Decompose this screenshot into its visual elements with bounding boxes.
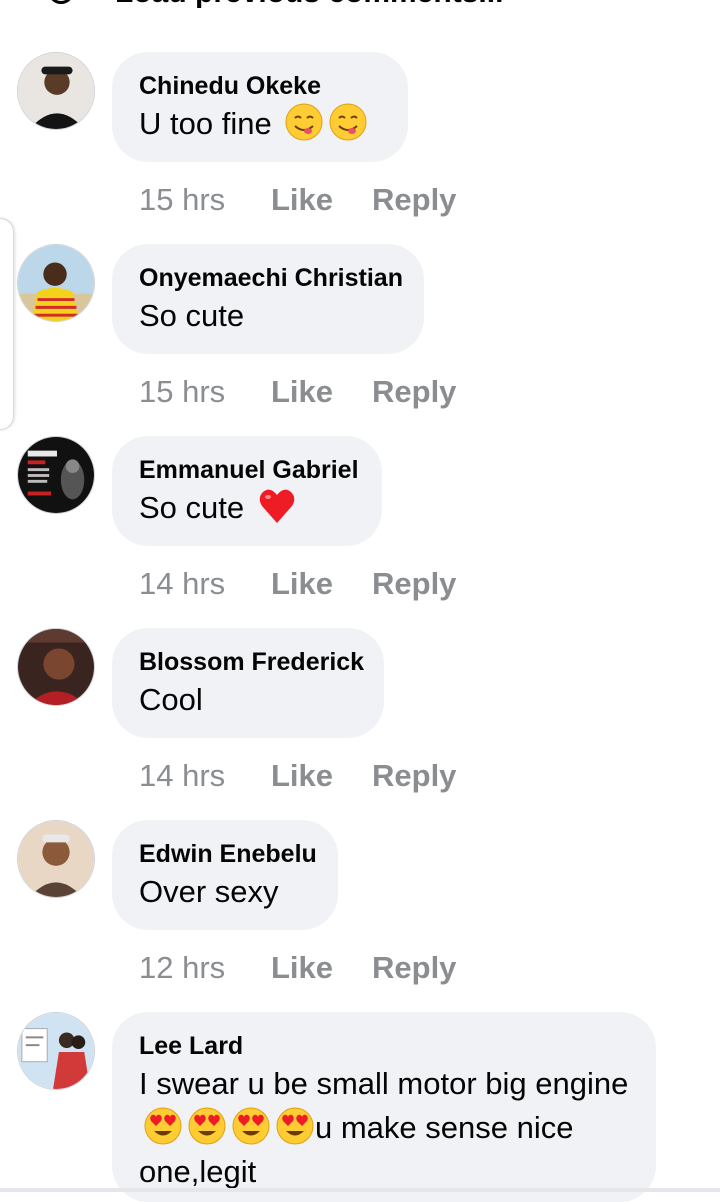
like-button[interactable]: Like [271,950,333,986]
comment-bubble: Onyemaechi Christian So cute [112,244,424,354]
like-button[interactable]: Like [271,374,333,410]
comment-icon [48,0,74,4]
comment-author[interactable]: Lee Lard [139,1030,629,1062]
avatar[interactable] [17,1012,95,1090]
avatar[interactable] [17,820,95,898]
reply-button[interactable]: Reply [372,182,456,218]
comment-author[interactable]: Emmanuel Gabriel [139,454,359,486]
comment-text-content: I swear u be small motor big engine [139,1066,629,1101]
comment-bubble: Edwin Enebelu Over sexy [112,820,338,930]
comment-time[interactable]: 15 hrs [139,374,225,410]
avatar[interactable] [17,52,95,130]
comment-author[interactable]: Chinedu Okeke [139,70,381,102]
heart-eyes-emoji-icon [275,1106,315,1146]
comment-text: U too fine [139,102,381,146]
load-previous-label: Load previous comments... [115,0,503,10]
comment-time[interactable]: 15 hrs [139,182,225,218]
reply-button[interactable]: Reply [372,950,456,986]
side-panel-edge [0,218,14,430]
comment-text: So cute [139,298,245,333]
like-button[interactable]: Like [271,758,333,794]
comment-time[interactable]: 14 hrs [139,758,225,794]
yum-face-emoji-icon [328,102,368,142]
red-heart-emoji-icon [257,486,297,526]
comment-bubble: Emmanuel Gabriel So cute [112,436,382,546]
like-button[interactable]: Like [271,182,333,218]
yum-face-emoji-icon [284,102,324,142]
comment-author[interactable]: Onyemaechi Christian [139,262,403,294]
load-previous-comments[interactable]: Load previous comments... [0,0,720,10]
heart-eyes-emoji-icon [143,1106,183,1146]
comment-text: Cool [139,682,203,717]
comment-author[interactable]: Edwin Enebelu [139,838,317,870]
comment-author[interactable]: Blossom Frederick [139,646,364,678]
reply-button[interactable]: Reply [372,566,456,602]
comment-bubble: Blossom Frederick Cool [112,628,384,738]
heart-eyes-emoji-icon [231,1106,271,1146]
avatar[interactable] [17,436,95,514]
like-button[interactable]: Like [271,566,333,602]
reply-button[interactable]: Reply [372,758,456,794]
reply-button[interactable]: Reply [372,374,456,410]
comment-bubble: Lee Lard I swear u be small motor big en… [112,1012,656,1202]
bottom-divider [0,1188,720,1192]
comment-text-content: U too fine [139,106,272,141]
comment-text: Over sexy [139,874,279,909]
comment-text: So cute [139,486,355,530]
comment-text-content: So cute [139,490,245,525]
comment-time[interactable]: 14 hrs [139,566,225,602]
avatar[interactable] [17,628,95,706]
comment-text: I swear u be small motor big engine u mak… [139,1062,629,1194]
comment-time[interactable]: 12 hrs [139,950,225,986]
avatar[interactable] [17,244,95,322]
heart-eyes-emoji-icon [187,1106,227,1146]
comment-bubble: Chinedu Okeke U too fine [112,52,408,162]
